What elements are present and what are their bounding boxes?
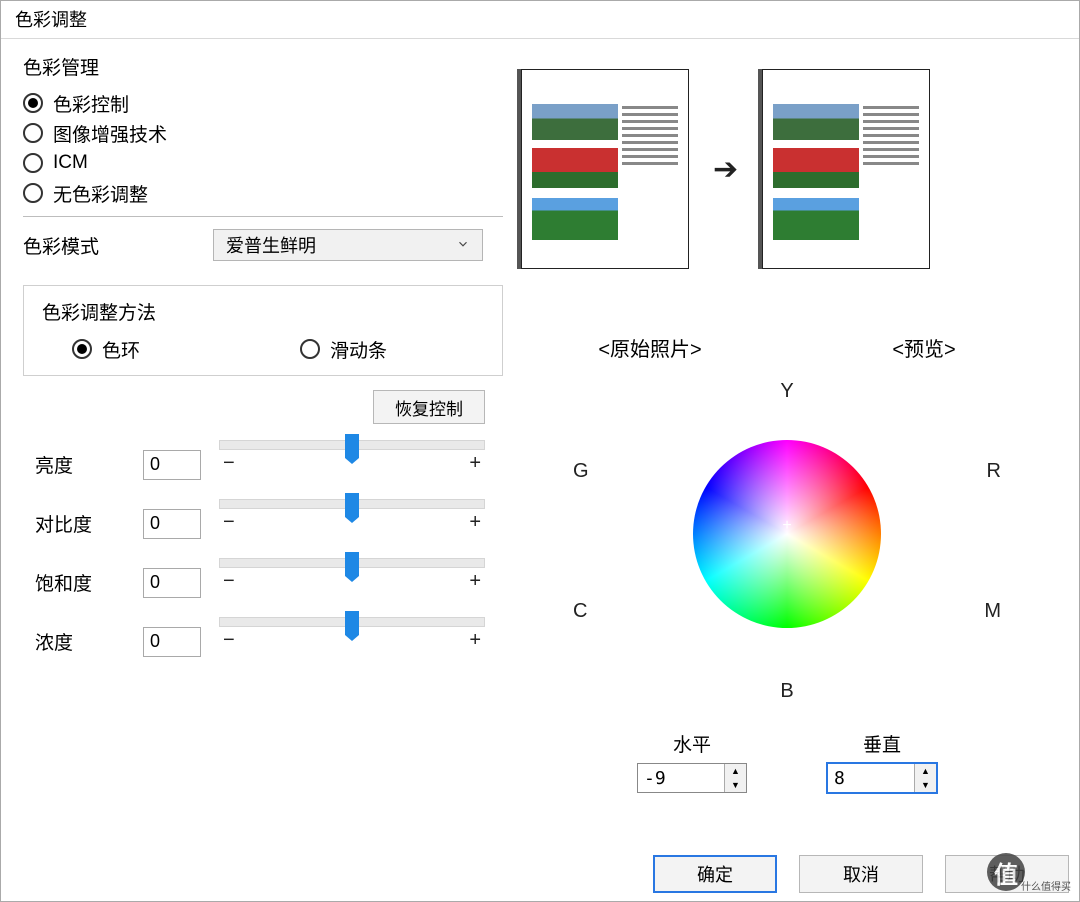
color-mode-select[interactable]: 爱普生鲜明 [213,229,483,261]
brightness-slider[interactable]: −+ [219,440,503,489]
axis-c-label: C [573,600,587,623]
radio-label: 无色彩调整 [53,180,148,207]
radio-icon [23,93,43,113]
right-column: ➔ <原始照片> <预览> Y R M B C G + [513,53,1061,843]
axis-b-label: B [780,680,793,703]
contrast-slider[interactable]: −+ [219,499,503,548]
minus-label: − [223,511,235,534]
plus-label: + [469,629,481,652]
color-wheel-area: Y R M B C G + [513,380,1061,720]
reset-row: 恢复控制 [23,390,503,424]
brightness-value[interactable]: 0 [143,450,201,480]
horizontal-value[interactable]: -9 [638,764,724,792]
caption-row: <原始照片> <预览> [513,333,1061,362]
color-adjust-dialog: 色彩调整 色彩管理 色彩控制 图像增强技术 ICM 无色彩调整 [0,0,1080,902]
slider-thumb[interactable] [345,552,359,576]
saturation-label: 饱和度 [23,569,143,596]
radio-icon [23,153,43,173]
spin-down-button[interactable]: ▼ [915,778,936,792]
color-wheel[interactable]: + [693,440,881,628]
radio-label: 图像增强技术 [53,120,167,147]
density-slider[interactable]: −+ [219,617,503,666]
axis-g-label: G [573,460,589,483]
radio-color-control[interactable]: 色彩控制 [23,88,503,118]
vertical-spinner[interactable]: 8 ▲ ▼ [827,763,937,793]
cancel-button[interactable]: 取消 [799,855,923,893]
density-label: 浓度 [23,628,143,655]
axis-m-label: M [984,600,1001,623]
axis-y-label: Y [780,380,793,403]
preview-caption: <预览> [787,333,1061,362]
radio-icon [23,123,43,143]
radio-icon [72,339,92,359]
saturation-value[interactable]: 0 [143,568,201,598]
ok-button[interactable]: 确定 [653,855,777,893]
brightness-row: 亮度 0 −+ [23,440,503,489]
radio-label: 色彩控制 [53,90,129,117]
density-row: 浓度 0 −+ [23,617,503,666]
plus-label: + [469,452,481,475]
slider-thumb[interactable] [345,493,359,517]
color-mode-label: 色彩模式 [23,232,213,259]
adjust-method-group: 色彩调整方法 色环 滑动条 [23,285,503,376]
radio-icon [23,183,43,203]
slider-thumb[interactable] [345,434,359,458]
vertical-label: 垂直 [863,730,901,757]
dialog-content: 色彩管理 色彩控制 图像增强技术 ICM 无色彩调整 色彩模式 [1,39,1079,843]
spinner-row: 水平 -9 ▲ ▼ 垂直 8 ▲ ▼ [513,730,1061,793]
minus-label: − [223,452,235,475]
radio-color-ring[interactable]: 色环 [72,337,140,361]
contrast-label: 对比度 [23,510,143,537]
horizontal-spinner[interactable]: -9 ▲ ▼ [637,763,747,793]
contrast-row: 对比度 0 −+ [23,499,503,548]
color-mode-row: 色彩模式 爱普生鲜明 [23,229,503,261]
density-value[interactable]: 0 [143,627,201,657]
color-management-label: 色彩管理 [23,53,503,80]
minus-label: − [223,629,235,652]
spin-up-button[interactable]: ▲ [725,764,746,778]
brightness-label: 亮度 [23,451,143,478]
radio-label: ICM [53,152,88,174]
dialog-footer: 确定 取消 帮助 [653,855,1069,893]
radio-label: 滑动条 [330,336,387,363]
saturation-row: 饱和度 0 −+ [23,558,503,607]
chevron-down-icon [456,235,470,256]
radio-label: 色环 [102,336,140,363]
original-thumbnail [521,69,689,269]
radio-image-enhance[interactable]: 图像增强技术 [23,118,503,148]
spin-down-button[interactable]: ▼ [725,778,746,792]
minus-label: − [223,570,235,593]
arrow-right-icon: ➔ [713,152,738,187]
horizontal-spinner-col: 水平 -9 ▲ ▼ [637,730,747,793]
window-title: 色彩调整 [1,1,1079,39]
axis-r-label: R [987,460,1001,483]
plus-label: + [469,511,481,534]
reset-button[interactable]: 恢复控制 [373,390,485,424]
vertical-spinner-col: 垂直 8 ▲ ▼ [827,730,937,793]
radio-icon [300,339,320,359]
preview-thumbs: ➔ [521,69,1061,269]
vertical-value[interactable]: 8 [828,764,914,792]
radio-icm[interactable]: ICM [23,148,503,178]
radio-slider-bar[interactable]: 滑动条 [300,337,387,361]
adjust-method-label: 色彩调整方法 [42,298,484,325]
help-button[interactable]: 帮助 [945,855,1069,893]
radio-no-adjust[interactable]: 无色彩调整 [23,178,503,208]
original-caption: <原始照片> [513,333,787,362]
divider [23,216,503,217]
plus-label: + [469,570,481,593]
select-value: 爱普生鲜明 [226,232,316,258]
spin-up-button[interactable]: ▲ [915,764,936,778]
contrast-value[interactable]: 0 [143,509,201,539]
wheel-cursor-icon: + [782,517,791,535]
left-column: 色彩管理 色彩控制 图像增强技术 ICM 无色彩调整 色彩模式 [23,53,513,843]
preview-thumbnail [762,69,930,269]
slider-thumb[interactable] [345,611,359,635]
saturation-slider[interactable]: −+ [219,558,503,607]
horizontal-label: 水平 [673,730,711,757]
